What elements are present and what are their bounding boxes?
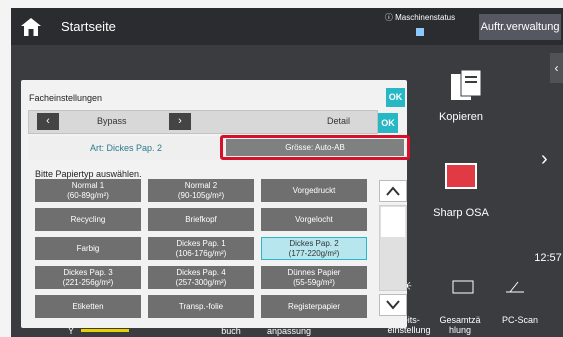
scroll-down-button[interactable] [379,294,407,316]
tray-settings-dialog: Facheinstellungen OK ‹ Bypass › Detail O… [21,80,410,328]
paper-type-registerpapier[interactable]: Registerpapier [261,295,367,318]
counter-icon [452,280,474,294]
paper-type-dickes-4[interactable]: Dickes Pap. 4 (257-300g/m²) [148,266,254,289]
tray-selector-row: ‹ Bypass › Detail [28,110,378,134]
paper-type-prompt: Bitte Papiertyp auswählen. [35,169,142,179]
job-status-button[interactable]: Auftr.verwaltung [479,14,561,40]
dialog-title: Facheinstellungen [29,93,103,103]
paper-type-recycling[interactable]: Recycling [35,208,141,231]
device-screen: Startseite ⓘ Maschinenstatus Auftr.verwa… [11,8,563,337]
paper-type-etiketten[interactable]: Etiketten [35,295,141,318]
home-button[interactable] [19,15,43,39]
scroll-thumb[interactable] [381,207,405,237]
tray-next-button[interactable]: › [169,113,191,130]
status-label: Maschinenstatus [395,13,456,22]
pc-scan-icon [506,281,524,293]
copy-icon [451,69,482,100]
paper-type-vorgelocht[interactable]: Vorgelocht [261,208,367,231]
paper-type-normal-1[interactable]: Normal 1 (60-89g/m²) [35,179,141,202]
info-icon: ⓘ [384,13,393,22]
paper-type-grid: Normal 1 (60-89g/m²) Normal 2 (90-105g/m²)… [35,179,372,324]
scroll-up-button[interactable] [379,180,407,202]
clock: 12:57 [534,252,562,264]
detail-tab[interactable]: Detail [327,116,350,126]
copy-tile-label[interactable]: Kopieren [431,111,491,123]
dialog-ok-button[interactable]: OK [386,88,405,107]
paper-type-summary: Art: Dickes Pap. 2 [90,143,163,153]
detail-ok-button[interactable]: OK [378,113,398,133]
chevron-up-icon [386,186,400,196]
sharp-osa-label[interactable]: Sharp OSA [421,207,501,219]
bottom-item-4[interactable]: Gesamtzä hlung [435,315,485,335]
paper-type-scroll [379,180,407,319]
collapse-icon[interactable]: ‹ [550,53,563,83]
paper-type-duennes[interactable]: Dünnes Papier (55-59g/m²) [261,266,367,289]
tray-prev-button[interactable]: ‹ [37,113,59,130]
paper-type-dickes-2[interactable]: Dickes Pap. 2 (177-220g/m²) [261,237,367,260]
sharp-osa-icon [445,163,477,189]
paper-type-dickes-3[interactable]: Dickes Pap. 3 (221-256g/m²) [35,266,141,289]
page-title: Startseite [61,19,116,34]
scroll-track[interactable] [379,205,407,291]
home-icon [21,18,41,36]
tray-name: Bypass [97,116,127,126]
bottom-item-5[interactable]: PC-Scan [495,315,545,325]
chevron-down-icon [386,300,400,310]
paper-type-transp-folie[interactable]: Transp.-folie [148,295,254,318]
next-page-icon[interactable]: › [541,148,548,171]
highlight-box [220,135,410,160]
paper-type-normal-2[interactable]: Normal 2 (90-105g/m²) [148,179,254,202]
status-indicator-icon [416,28,424,36]
paper-type-dickes-1[interactable]: Dickes Pap. 1 (106-176g/m²) [148,237,254,260]
paper-type-vorgedruckt[interactable]: Vorgedruckt [261,179,367,202]
toner-y-bar [81,329,129,332]
paper-type-farbig[interactable]: Farbig [35,237,141,260]
machine-status[interactable]: ⓘ Maschinenstatus [377,12,463,40]
paper-type-briefkopf[interactable]: Briefkopf [148,208,254,231]
top-bar: Startseite ⓘ Maschinenstatus Auftr.verwa… [11,8,563,45]
paper-summary-row: Art: Dickes Pap. 2 Grösse: Auto-AB [28,135,410,160]
